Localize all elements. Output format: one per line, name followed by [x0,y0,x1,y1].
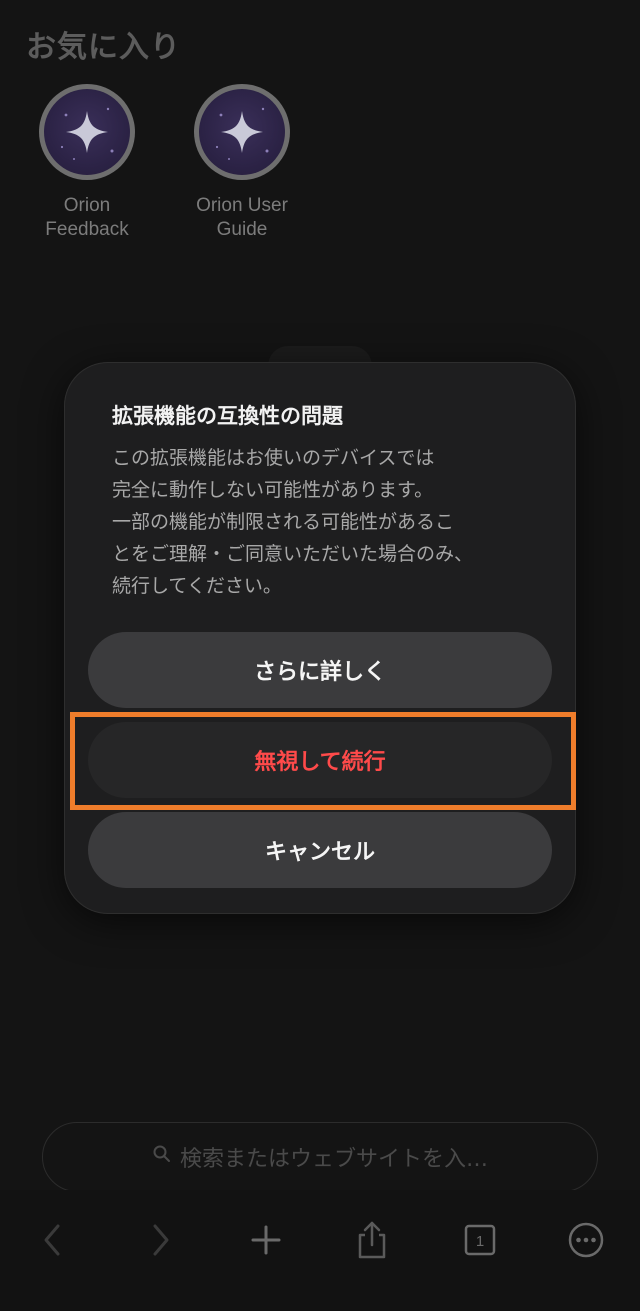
dialog-message-line: この拡張機能はお使いのデバイスでは [112,447,435,469]
forward-button[interactable] [131,1212,191,1268]
favorite-label-line1: Orion [63,195,111,216]
tabs-count: 1 [476,1233,484,1250]
learn-more-button[interactable]: さらに詳しく [88,632,552,708]
dialog-message: この拡張機能はお使いのデバイスでは 完全に動作しない可能性があります。 一部の機… [112,442,542,602]
favorite-label-line2: Feedback [45,219,129,240]
favorite-orion-user-guide[interactable]: Orion User Guide [162,84,322,242]
orion-sparkle-icon [44,89,130,175]
extension-compatibility-dialog: 拡張機能の互換性の問題 この拡張機能はお使いのデバイスでは 完全に動作しない可能… [64,362,576,914]
back-button[interactable] [22,1212,82,1268]
bottom-toolbar: 1 [0,1190,640,1311]
dialog-message-line: 一部の機能が制限される可能性があるこ [112,511,455,533]
tabs-count-icon: 1 [464,1224,496,1256]
favorites-heading: お気に入り [26,30,181,65]
favorite-icon-frame [39,84,135,180]
favorite-label-line2: Guide [216,219,268,240]
tabs-button[interactable]: 1 [450,1212,510,1268]
orion-sparkle-icon [199,89,285,175]
highlight-box [70,712,576,810]
browser-start-page: お気に入り Orion Feedback Orion User Guide 拡張… [0,0,640,1311]
dialog-message-line: 完全に動作しない可能性があります。 [112,479,434,501]
share-button[interactable] [342,1212,402,1268]
share-icon [358,1221,386,1259]
favorite-icon-frame [194,84,290,180]
menu-button[interactable] [556,1212,616,1268]
dialog-message-line: とをご理解・ご同意いただいた場合のみ、 [112,543,474,565]
favorite-orion-feedback[interactable]: Orion Feedback [7,84,167,242]
cancel-button[interactable]: キャンセル [88,812,552,888]
dialog-message-line: 続行してください。 [112,575,282,597]
more-options-icon [568,1222,604,1258]
new-tab-button[interactable] [236,1212,296,1268]
plus-icon [251,1225,281,1255]
dialog-title: 拡張機能の互換性の問題 [112,404,343,428]
search-icon [152,1144,172,1170]
search-bar[interactable]: 検索またはウェブサイトを入… [42,1122,598,1192]
chevron-left-icon [44,1224,60,1256]
favorite-label-line1: Orion User [196,195,288,216]
search-placeholder: 検索またはウェブサイトを入… [179,1147,488,1172]
chevron-right-icon [153,1224,169,1256]
